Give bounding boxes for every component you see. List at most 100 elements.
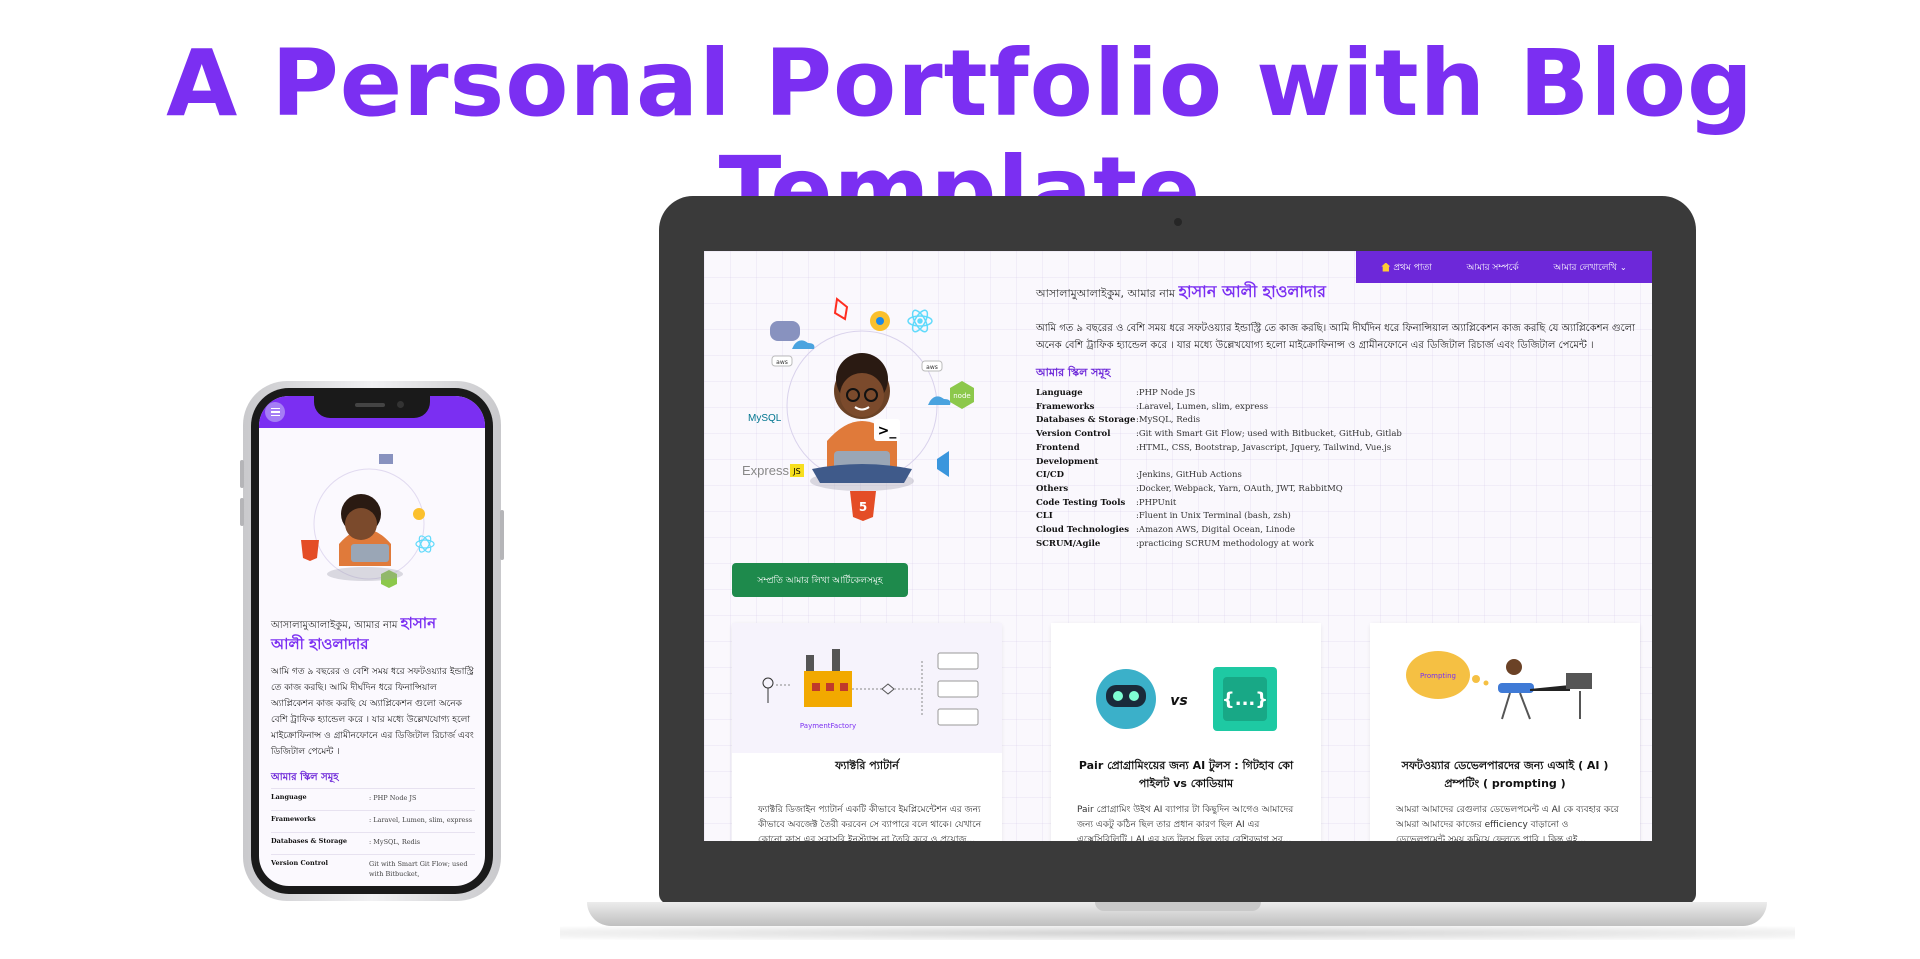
developer-character: >_ bbox=[810, 353, 914, 491]
skill-row: Databases & Storage: MySQL, Redis bbox=[271, 832, 475, 854]
skills-heading: আমার স্কিল সমূহ bbox=[1036, 366, 1111, 379]
nav-item-home[interactable]: প্রথম পাতা bbox=[1381, 260, 1432, 275]
skill-row: CI/CD :Jenkins, GitHub Actions bbox=[1036, 469, 1636, 483]
hero-illustration: aws aws MySQL node Express JS 5 >_ bbox=[742, 297, 974, 521]
cloud-icon bbox=[792, 340, 815, 349]
skill-row: Language: PHP Node JS bbox=[271, 788, 475, 810]
skill-value: :Git with Smart Git Flow; used with Bitb… bbox=[1136, 429, 1402, 440]
vscode-icon bbox=[937, 451, 949, 477]
codeium-icon: {...} bbox=[1222, 689, 1268, 710]
cloud-icon bbox=[928, 396, 951, 405]
article-card[interactable]: Prompting সফটওয়্যার ডেভেলপারদের জন্য এআ… bbox=[1370, 623, 1640, 841]
skill-value: Git with Smart Git Flow; used with Bitbu… bbox=[369, 860, 468, 878]
home-icon bbox=[1381, 262, 1391, 272]
skill-row: Version Control :Git with Smart Git Flow;… bbox=[1036, 428, 1636, 442]
skill-value: :Docker, Webpack, Yarn, OAuth, JWT, Rabb… bbox=[1136, 483, 1343, 494]
skill-key: CI/CD bbox=[1036, 470, 1064, 481]
nav-item-label: আমার সম্পর্কে bbox=[1466, 262, 1519, 273]
nav-item-label: আমার লেখালেখি bbox=[1553, 262, 1617, 273]
svg-text:aws: aws bbox=[776, 359, 788, 366]
skills-table-mobile: Language: PHP Node JS Frameworks: Laravel… bbox=[271, 788, 475, 883]
hamburger-menu-icon[interactable] bbox=[265, 402, 285, 422]
phone-power-button bbox=[500, 510, 504, 560]
payment-factory-label: PaymentFactory bbox=[800, 722, 856, 730]
article-card[interactable]: PaymentFactory ফ্যাক্টরি প্যাটার্ন ফ্যাক… bbox=[732, 623, 1002, 841]
skill-row: Cloud Technologies:Amazon AWS, Digital O… bbox=[1036, 524, 1636, 538]
card-excerpt: আমরা আমাদের রেগুলার ডেভেলপমেন্ট এ AI কে … bbox=[1396, 805, 1619, 841]
skill-key: Databases & Storage bbox=[1036, 415, 1136, 426]
skills-table: Language :PHP Node JS Frameworks :Laravel, … bbox=[1036, 387, 1636, 551]
skill-key: CLI bbox=[1036, 511, 1053, 522]
skill-key: Version Control bbox=[1036, 429, 1111, 440]
skill-value: :MySQL, Redis bbox=[1136, 415, 1201, 426]
mysql-icon: MySQL bbox=[748, 413, 782, 424]
card-title[interactable]: সফটওয়্যার ডেভেলপারদের জন্য এআই ( AI ) প… bbox=[1384, 757, 1626, 793]
skill-value: :PHP Node JS bbox=[1136, 388, 1196, 398]
skill-key: Language bbox=[271, 793, 307, 801]
chevron-down-icon: ⌄ bbox=[1619, 262, 1627, 272]
nav-item-writings[interactable]: আমার লেখালেখি ⌄ bbox=[1553, 260, 1626, 275]
skill-key: Others bbox=[1036, 483, 1069, 494]
skill-row: Code Testing Tools :PHPUnit bbox=[1036, 497, 1636, 511]
skill-value: :Amazon AWS, Digital Ocean, Linode bbox=[1136, 525, 1296, 536]
skill-value: :practicing SCRUM methodology at work bbox=[1136, 538, 1314, 549]
skill-value: : Laravel, Lumen, slim, express bbox=[369, 816, 473, 824]
js-icon: JS bbox=[792, 467, 800, 476]
php-icon bbox=[770, 321, 800, 341]
nav-item-about[interactable]: আমার সম্পর্কে bbox=[1466, 260, 1518, 275]
svg-text:node: node bbox=[953, 392, 970, 400]
skill-value: :PHPUnit bbox=[1136, 497, 1177, 508]
phone-camera bbox=[397, 401, 404, 408]
card-title[interactable]: ফ্যাক্টরি প্যাটার্ন bbox=[746, 757, 988, 775]
vs-icon: vs bbox=[1170, 693, 1187, 709]
express-icon: Express bbox=[742, 463, 789, 478]
card-excerpt: Pair প্রোগ্রামিং উইথ AI ব্যাপার টা কিছুদ… bbox=[1077, 805, 1294, 841]
laptop-notch bbox=[1095, 902, 1261, 911]
laptop-screen: প্রথম পাতা আমার সম্পর্কে আমার লেখালেখি ⌄ bbox=[704, 251, 1652, 841]
ai-tools-illustration: vs {...} bbox=[1051, 623, 1321, 753]
author-name: হাসান আলী হাওলাদার bbox=[1178, 282, 1326, 301]
aws-icon: aws bbox=[771, 355, 793, 367]
phone-notch bbox=[314, 396, 430, 418]
about-text-mobile: আমি গত ৯ বছরের ও বেশি সময় ধরে সফটওয়্যা… bbox=[271, 667, 474, 757]
skill-row: CLI :Fluent in Unix Terminal (bash, zsh) bbox=[1036, 510, 1636, 524]
svg-text:aws: aws bbox=[926, 364, 938, 371]
greeting-mobile: আসালামুআলাইকুম, আমার নাম হাসান আলী হাওলা… bbox=[271, 614, 437, 653]
skill-key: Frameworks bbox=[1036, 401, 1095, 412]
recent-articles-button[interactable]: সম্প্রতি আমার লিখা আর্টিকেলসমূহ bbox=[732, 563, 908, 597]
skill-row: Language :PHP Node JS bbox=[1036, 387, 1636, 401]
skills-heading-mobile: আমার স্কিল সমূহ bbox=[271, 772, 339, 783]
skill-row: Version Control Git with Smart Git Flow; … bbox=[271, 854, 475, 883]
intro-section: আসালামুআলাইকুম, আমার নাম হাসান আলী হাওলা… bbox=[1036, 279, 1636, 551]
skill-key: Language bbox=[1036, 388, 1083, 398]
terminal-icon: >_ bbox=[878, 423, 897, 439]
article-card[interactable]: vs {...} Pair প্রোগ্রামিংয়ের জন্য AI টু… bbox=[1051, 623, 1321, 841]
skill-row: Databases & Storage:MySQL, Redis bbox=[1036, 414, 1636, 428]
skill-row: Frameworks :Laravel, Lumen, slim, express bbox=[1036, 401, 1636, 415]
skill-key: Frontend Development bbox=[1036, 442, 1099, 467]
phone-speaker bbox=[355, 403, 385, 407]
skill-row: SCRUM/Agile :practicing SCRUM methodology… bbox=[1036, 538, 1636, 552]
laptop-shadow bbox=[560, 926, 1795, 940]
card-excerpt: ফ্যাক্টরি ডিজাইন প্যাটার্ন একটি কীভাবে ই… bbox=[758, 805, 982, 841]
skill-row: Others :Docker, Webpack, Yarn, OAuth, JWT… bbox=[1036, 483, 1636, 497]
laptop-camera bbox=[1174, 218, 1182, 226]
skill-value: :HTML, CSS, Bootstrap, Javascript, Jquer… bbox=[1136, 442, 1392, 453]
skill-key: Code Testing Tools bbox=[1036, 497, 1126, 508]
about-text: আমি গত ৯ বছরের ও বেশি সময় ধরে সফটওয়্যা… bbox=[1036, 323, 1635, 351]
skill-value: :Fluent in Unix Terminal (bash, zsh) bbox=[1136, 511, 1291, 522]
skill-key: SCRUM/Agile bbox=[1036, 538, 1101, 549]
skill-value: :Jenkins, GitHub Actions bbox=[1136, 470, 1242, 481]
skill-value: :Laravel, Lumen, slim, express bbox=[1136, 401, 1269, 412]
skill-row: Frameworks: Laravel, Lumen, slim, expres… bbox=[271, 810, 475, 832]
skill-key: Databases & Storage bbox=[271, 837, 348, 845]
card-title[interactable]: Pair প্রোগ্রামিংয়ের জন্য AI টুলস : গিটহ… bbox=[1065, 757, 1307, 793]
phone-volume-button bbox=[240, 460, 244, 488]
phone-screen: আসালামুআলাইকুম, আমার নাম হাসান আলী হাওলা… bbox=[259, 396, 485, 886]
hero-illustration-mobile bbox=[301, 454, 435, 588]
factory-pattern-illustration: PaymentFactory bbox=[732, 623, 1002, 753]
phone-volume-button bbox=[240, 498, 244, 526]
skill-row: Frontend Development :HTML, CSS, Bootstra… bbox=[1036, 442, 1636, 469]
react-icon bbox=[907, 309, 933, 333]
laravel-icon bbox=[833, 297, 849, 321]
